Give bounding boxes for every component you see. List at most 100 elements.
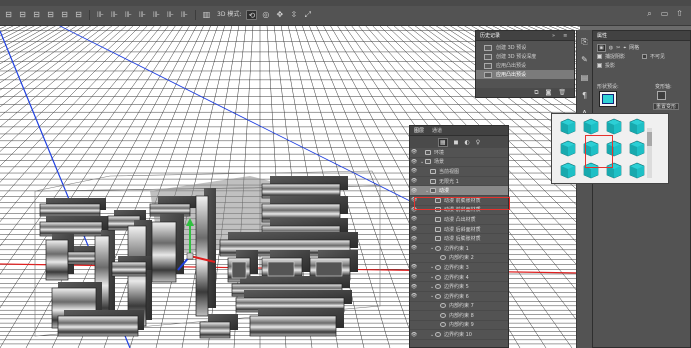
layer-row[interactable]: 👁 动漫 后膨胀材质 bbox=[410, 234, 508, 244]
light-filter-icon[interactable]: ♀ bbox=[476, 139, 480, 146]
brush-settings-icon[interactable]: ✎ bbox=[578, 54, 591, 66]
layer-row[interactable]: 👁 ⌄ 边界约束 6 bbox=[410, 292, 508, 302]
shape-preset-item[interactable] bbox=[627, 117, 647, 135]
reset-deform-button[interactable]: 重置变形 bbox=[653, 103, 680, 110]
slide-3d-icon[interactable]: ⇳ bbox=[288, 10, 299, 20]
visibility-eye-icon[interactable]: 👁 bbox=[410, 188, 418, 194]
history-item[interactable]: 应用凸出预设 bbox=[476, 61, 574, 70]
preset-scrollbar[interactable] bbox=[647, 128, 652, 178]
coordinates-mode-icon[interactable]: ⌖ bbox=[623, 45, 626, 51]
align-icon[interactable]: ⊟ bbox=[3, 10, 14, 20]
share-icon[interactable]: ⇧ bbox=[674, 9, 685, 19]
layer-row[interactable]: 👁 ⌄ 边界约束 1 bbox=[410, 244, 508, 254]
align-icon[interactable]: ⊟ bbox=[31, 10, 42, 20]
layer-row[interactable]: 内部约束 2 bbox=[410, 254, 508, 264]
scene-filter-icon[interactable]: ▦ bbox=[437, 137, 448, 147]
camera-icon[interactable]: ◙ bbox=[546, 89, 552, 96]
layer-row[interactable]: 👁 无限光 1 bbox=[410, 177, 508, 187]
catch-shadow-checkbox[interactable] bbox=[597, 54, 602, 59]
tab-channels[interactable]: 通道 bbox=[432, 127, 442, 134]
adjustments-icon[interactable]: ▤ bbox=[578, 72, 591, 84]
tab-properties[interactable]: 属性 bbox=[597, 32, 607, 39]
visibility-eye-icon[interactable]: 👁 bbox=[410, 159, 418, 165]
layer-row[interactable]: 👁 动漫 前膨胀材质 bbox=[410, 196, 508, 206]
shape-preset-item[interactable] bbox=[627, 139, 647, 157]
drag-3d-icon[interactable]: ✥ bbox=[274, 10, 285, 20]
visibility-eye-icon[interactable]: 👁 bbox=[410, 332, 418, 338]
shape-preset-item[interactable] bbox=[627, 161, 647, 179]
shape-preset-item[interactable] bbox=[581, 139, 601, 157]
shape-preset-swatch[interactable] bbox=[599, 91, 617, 107]
paragraph-icon[interactable]: ¶ bbox=[578, 90, 591, 102]
distribute-icon[interactable]: ⊪ bbox=[137, 10, 148, 20]
shape-preset-item[interactable] bbox=[558, 139, 578, 157]
material-filter-icon[interactable]: ◐ bbox=[465, 139, 470, 146]
mesh-filter-icon[interactable]: ◼ bbox=[454, 139, 459, 146]
mesh-mode-icon[interactable]: ▣ bbox=[597, 43, 606, 52]
layer-row[interactable]: 👁 动漫 后斜面材质 bbox=[410, 225, 508, 235]
visibility-eye-icon[interactable]: 👁 bbox=[410, 226, 418, 232]
new-snapshot-icon[interactable]: ⧉ bbox=[534, 89, 538, 97]
layer-row[interactable]: 👁 ⌄ 边界约束 4 bbox=[410, 273, 508, 283]
invisible-checkbox[interactable] bbox=[642, 54, 648, 59]
distribute-icon[interactable]: ⊪ bbox=[179, 10, 190, 20]
align-icon[interactable]: ⊟ bbox=[45, 10, 56, 20]
align-icon[interactable]: ⊟ bbox=[59, 10, 70, 20]
layer-row[interactable]: 👁 ⌄ 场景 bbox=[410, 158, 508, 168]
shape-preset-item[interactable] bbox=[581, 117, 601, 135]
visibility-eye-icon[interactable]: 👁 bbox=[410, 178, 418, 184]
auto-align-icon[interactable]: ▥ bbox=[201, 10, 212, 20]
shape-preset-item[interactable] bbox=[558, 117, 578, 135]
collapse-icon[interactable]: » bbox=[552, 33, 555, 39]
layer-row[interactable]: 👁 ⌄ 边界约束 5 bbox=[410, 282, 508, 292]
visibility-eye-icon[interactable]: 👁 bbox=[410, 168, 418, 174]
layer-row[interactable]: 👁 ⌄ 边界约束 3 bbox=[410, 263, 508, 273]
distribute-icon[interactable]: ⊪ bbox=[95, 10, 106, 20]
distribute-icon[interactable]: ⊪ bbox=[165, 10, 176, 20]
trash-icon[interactable]: 🗑 bbox=[558, 89, 566, 96]
cap-mode-icon[interactable]: ✂ bbox=[616, 45, 620, 51]
visibility-eye-icon[interactable]: 👁 bbox=[410, 149, 418, 155]
layer-row[interactable]: 👁 当前视图 bbox=[410, 167, 508, 177]
shape-preset-item[interactable] bbox=[581, 161, 601, 179]
shape-preset-item[interactable] bbox=[604, 161, 624, 179]
layer-row[interactable]: 👁 环境 bbox=[410, 148, 508, 158]
layer-row[interactable]: 👁 动漫 凸出材质 bbox=[410, 215, 508, 225]
shape-preset-item[interactable] bbox=[604, 117, 624, 135]
history-item[interactable]: 创建 3D 预设 bbox=[476, 43, 574, 52]
visibility-eye-icon[interactable]: 👁 bbox=[410, 245, 418, 251]
layer-row[interactable]: 内部约束 9 bbox=[410, 321, 508, 331]
visibility-eye-icon[interactable]: 👁 bbox=[410, 197, 418, 203]
shape-preset-picker[interactable] bbox=[551, 113, 669, 184]
cast-shadow-checkbox[interactable] bbox=[597, 63, 602, 68]
distribute-icon[interactable]: ⊪ bbox=[151, 10, 162, 20]
shape-preset-item[interactable] bbox=[604, 139, 624, 157]
scale-3d-icon[interactable]: ⤢ bbox=[302, 10, 313, 20]
deform-axis-selector[interactable] bbox=[657, 91, 666, 100]
layer-row[interactable]: 内部约束 7 bbox=[410, 302, 508, 312]
visibility-eye-icon[interactable]: 👁 bbox=[410, 284, 418, 290]
workspace-icon[interactable]: ▭ bbox=[659, 9, 670, 19]
visibility-eye-icon[interactable]: 👁 bbox=[410, 293, 418, 299]
layer-row[interactable]: 内部约束 8 bbox=[410, 311, 508, 321]
visibility-eye-icon[interactable]: 👁 bbox=[410, 264, 418, 270]
history-item[interactable]: 创建 3D 预设深度 bbox=[476, 52, 574, 61]
visibility-eye-icon[interactable]: 👁 bbox=[410, 274, 418, 280]
layer-row[interactable]: 👁 动漫 前斜面材质 bbox=[410, 206, 508, 216]
align-icon[interactable]: ⊟ bbox=[17, 10, 28, 20]
distribute-icon[interactable]: ⊪ bbox=[109, 10, 120, 20]
panel-menu-icon[interactable]: ≡ bbox=[563, 33, 567, 39]
layer-row[interactable]: 👁 ⌄ 边界约束 10 bbox=[410, 330, 508, 340]
visibility-eye-icon[interactable]: 👁 bbox=[410, 216, 418, 222]
tab-layers[interactable]: 图层 bbox=[414, 127, 424, 134]
layer-row[interactable]: 👁 ⌄ 动漫 bbox=[410, 186, 508, 196]
history-panel-icon[interactable]: ⎘ bbox=[578, 36, 591, 48]
shape-preset-item[interactable] bbox=[558, 161, 578, 179]
rotate-3d-icon[interactable]: ⟲ bbox=[246, 10, 258, 20]
tab-history[interactable]: 历史记录 bbox=[480, 32, 500, 39]
visibility-eye-icon[interactable]: 👁 bbox=[410, 207, 418, 213]
search-icon[interactable]: ⌕ bbox=[644, 9, 655, 19]
history-item[interactable]: 应用凸出预设 bbox=[476, 70, 574, 79]
roll-3d-icon[interactable]: ◎ bbox=[260, 10, 271, 20]
visibility-eye-icon[interactable]: 👁 bbox=[410, 236, 418, 242]
